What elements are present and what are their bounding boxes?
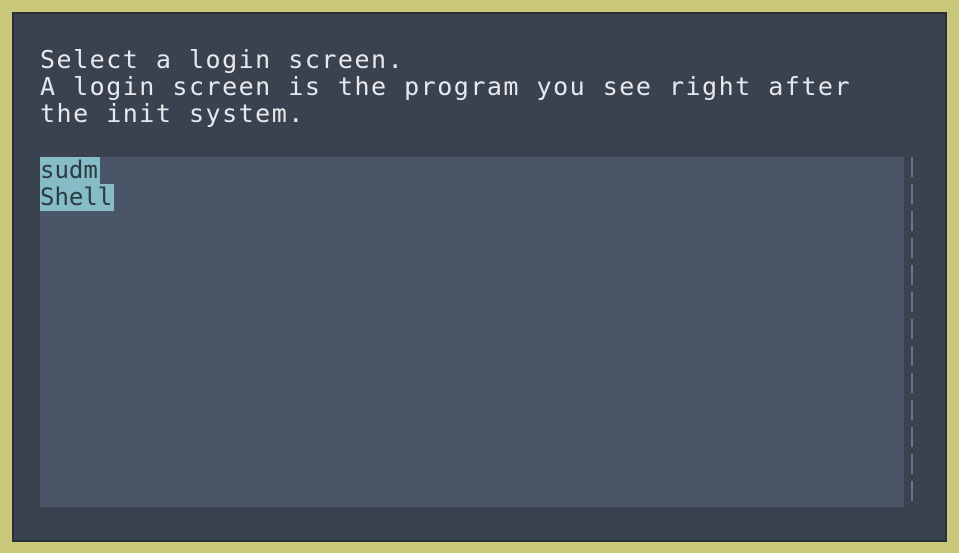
list-item-shell[interactable]: Shell [40, 184, 115, 211]
login-screen-list[interactable]: sudm Shell [40, 157, 904, 507]
prompt-description-line: A login screen is the program you see ri… [40, 72, 852, 101]
list-scrollbar[interactable] [909, 157, 915, 507]
tui-frame: Select a login screen. A login screen is… [0, 0, 959, 553]
prompt-title: Select a login screen. [40, 45, 405, 74]
login-screen-dialog: Select a login screen. A login screen is… [12, 12, 947, 542]
prompt-text: Select a login screen. A login screen is… [40, 46, 851, 127]
list-item-sudm[interactable]: sudm [40, 157, 100, 184]
prompt-description-line: the init system. [40, 99, 305, 128]
